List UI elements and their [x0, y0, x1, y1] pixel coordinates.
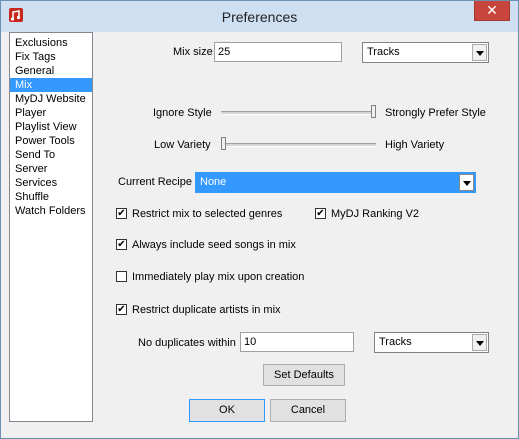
- sidebar-item-power-tools[interactable]: Power Tools: [10, 134, 92, 148]
- restrict-duplicates-checkbox[interactable]: ✔: [116, 304, 127, 315]
- sidebar-item-services[interactable]: Services: [10, 176, 92, 190]
- close-button[interactable]: ✕: [474, 1, 510, 21]
- preferences-window: Preferences ✕ Exclusions Fix Tags General M…: [0, 0, 519, 439]
- include-seed-label: Always include seed songs in mix: [132, 239, 296, 251]
- play-immediately-checkbox[interactable]: [116, 271, 127, 282]
- no-duplicates-unit-value: Tracks: [379, 336, 412, 348]
- chevron-down-icon: [459, 174, 474, 191]
- style-slider[interactable]: [221, 102, 376, 122]
- sidebar-item-playlist-view[interactable]: Playlist View: [10, 120, 92, 134]
- mix-size-input[interactable]: 25: [214, 42, 342, 62]
- mydj-ranking-label: MyDJ Ranking V2: [331, 208, 420, 220]
- recipe-select[interactable]: None: [195, 172, 476, 193]
- strongly-prefer-style-label: Strongly Prefer Style: [385, 107, 486, 119]
- sidebar-item-mix[interactable]: Mix: [10, 78, 92, 92]
- variety-slider-thumb[interactable]: [221, 137, 226, 150]
- chevron-down-icon: [472, 44, 487, 61]
- sidebar-item-send-to[interactable]: Send To: [10, 148, 92, 162]
- title-bar: Preferences ✕: [1, 1, 518, 32]
- ok-button[interactable]: OK: [189, 399, 265, 422]
- variety-slider-track: [221, 143, 376, 147]
- mix-size-label: Mix size: [173, 46, 213, 58]
- play-immediately-label: Immediately play mix upon creation: [132, 271, 305, 283]
- restrict-genres-checkbox[interactable]: ✔: [116, 208, 127, 219]
- sidebar-item-shuffle[interactable]: Shuffle: [10, 190, 92, 204]
- cancel-button[interactable]: Cancel: [270, 399, 346, 422]
- recipe-value: None: [200, 176, 227, 188]
- no-duplicates-input[interactable]: 10: [240, 332, 354, 352]
- set-defaults-button[interactable]: Set Defaults: [263, 364, 345, 386]
- low-variety-label: Low Variety: [154, 139, 211, 151]
- restrict-genres-label: Restrict mix to selected genres: [132, 208, 283, 220]
- sidebar-item-server[interactable]: Server: [10, 162, 92, 176]
- sidebar-item-mydj-website[interactable]: MyDJ Website: [10, 92, 92, 106]
- current-recipe-label: Current Recipe: [118, 176, 192, 188]
- sidebar-item-fix-tags[interactable]: Fix Tags: [10, 50, 92, 64]
- chevron-down-icon: [472, 334, 487, 351]
- sidebar-item-watch-folders[interactable]: Watch Folders: [10, 204, 92, 218]
- category-list[interactable]: Exclusions Fix Tags General Mix MyDJ Website…: [9, 32, 93, 422]
- mydj-ranking-checkbox[interactable]: ✔: [315, 208, 326, 219]
- close-icon: ✕: [486, 2, 498, 18]
- sidebar-item-general[interactable]: General: [10, 64, 92, 78]
- sidebar-item-exclusions[interactable]: Exclusions: [10, 36, 92, 50]
- mix-unit-value: Tracks: [367, 46, 400, 58]
- restrict-duplicates-label: Restrict duplicate artists in mix: [132, 304, 281, 316]
- no-duplicates-unit-select[interactable]: Tracks: [374, 332, 489, 353]
- mix-unit-select[interactable]: Tracks: [362, 42, 489, 63]
- sidebar-item-player[interactable]: Player: [10, 106, 92, 120]
- high-variety-label: High Variety: [385, 139, 445, 151]
- variety-slider[interactable]: [221, 134, 376, 154]
- style-slider-track: [221, 111, 376, 115]
- no-duplicates-label: No duplicates within: [138, 337, 236, 349]
- window-title: Preferences: [221, 9, 298, 25]
- include-seed-checkbox[interactable]: ✔: [116, 239, 127, 250]
- ignore-style-label: Ignore Style: [153, 107, 212, 119]
- style-slider-thumb[interactable]: [371, 105, 376, 118]
